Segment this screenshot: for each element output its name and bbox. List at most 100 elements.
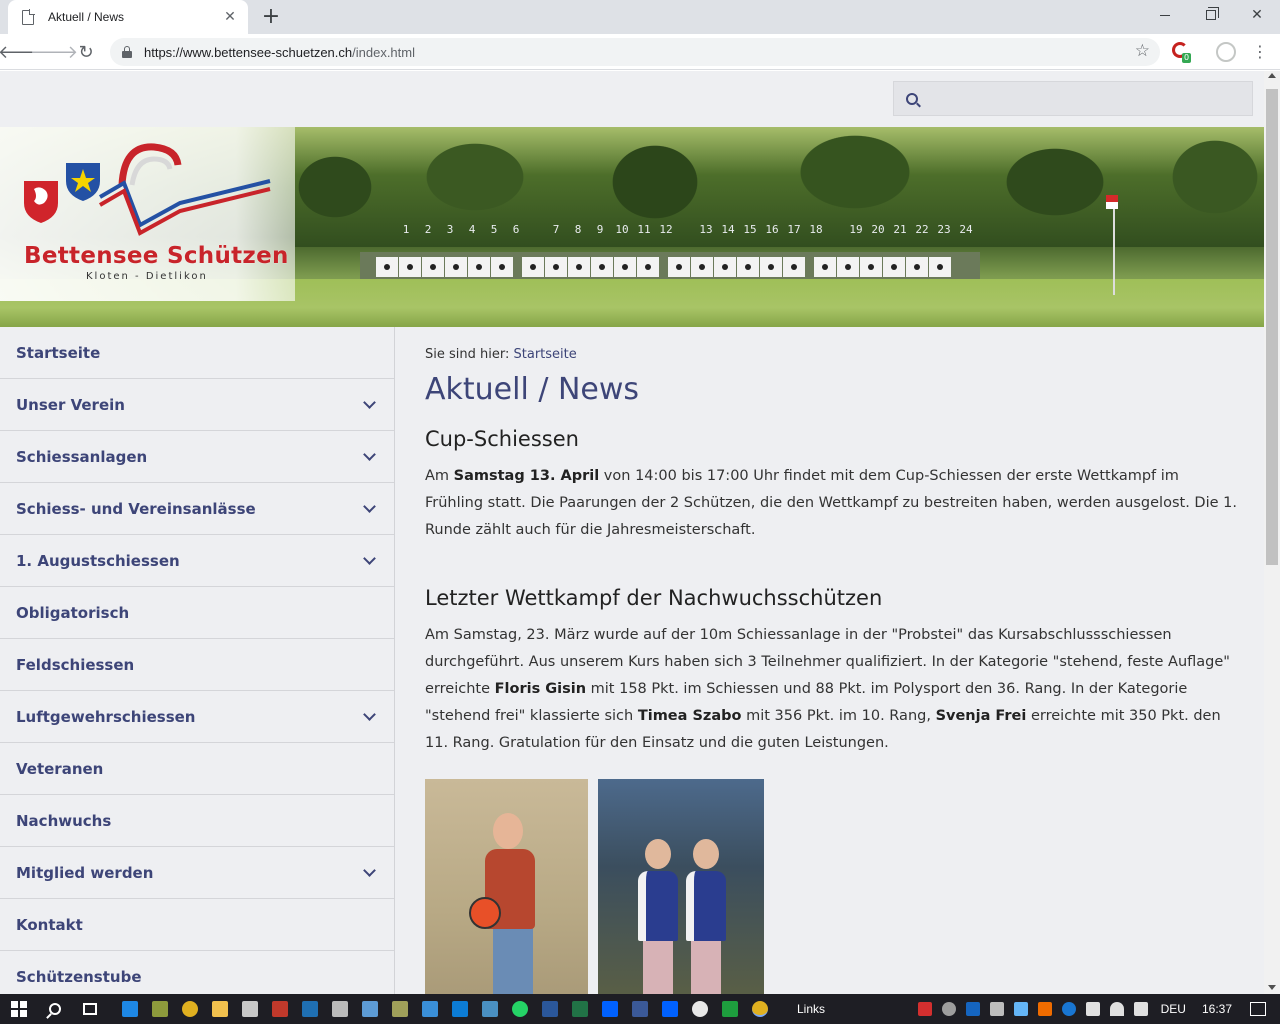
menu-kebab-icon[interactable]: ⋮ — [1252, 40, 1268, 64]
close-window-button[interactable]: ✕ — [1234, 0, 1280, 30]
lane-number: 19 — [849, 223, 863, 236]
itunes-icon[interactable] — [692, 1001, 708, 1017]
taskbar-apps — [115, 1001, 775, 1017]
app-icon[interactable] — [152, 1001, 168, 1017]
page-scrollbar[interactable] — [1264, 71, 1280, 994]
chevron-down-icon[interactable] — [363, 447, 376, 461]
excel-icon[interactable] — [572, 1001, 588, 1017]
site-search-box[interactable] — [893, 81, 1253, 116]
sidebar-item-schiess-und-vereinsanlässe[interactable]: Schiess- und Vereinsanlässe — [0, 483, 394, 535]
tray-app-icon[interactable] — [1037, 1002, 1052, 1016]
tray-app-icon[interactable] — [941, 1002, 956, 1016]
antivirus-icon[interactable] — [917, 1002, 932, 1016]
lane-number: 15 — [743, 223, 757, 236]
chevron-down-icon[interactable] — [363, 707, 376, 721]
sidebar-item-obligatorisch[interactable]: Obligatorisch — [0, 587, 394, 639]
lane-number: 24 — [959, 223, 973, 236]
tray-app-icon[interactable] — [1013, 1002, 1028, 1016]
article-body: Am Samstag 13. April von 14:00 bis 17:00… — [425, 468, 1237, 538]
dropbox-icon[interactable] — [662, 1001, 678, 1017]
sidebar-item-schützenstube[interactable]: Schützenstube — [0, 951, 394, 994]
scroll-thumb[interactable] — [1266, 89, 1278, 565]
edge-icon[interactable] — [122, 1001, 138, 1017]
reload-button[interactable]: ↻ — [72, 38, 100, 66]
folder-icon[interactable] — [212, 1001, 228, 1017]
app-icon[interactable] — [302, 1001, 318, 1017]
bluetooth-icon[interactable] — [1061, 1002, 1076, 1016]
sidebar-item-kontakt[interactable]: Kontakt — [0, 899, 394, 951]
chevron-down-icon[interactable] — [363, 395, 376, 409]
app-icon[interactable] — [362, 1001, 378, 1017]
task-view-icon[interactable] — [83, 1003, 97, 1015]
chevron-down-icon[interactable] — [363, 499, 376, 513]
taskbar-search-icon[interactable] — [49, 1003, 61, 1015]
app-icon[interactable] — [722, 1001, 738, 1017]
sidebar-item-label: Schiess- und Vereinsanlässe — [16, 499, 256, 518]
app-icon[interactable] — [482, 1001, 498, 1017]
windows-start-icon[interactable] — [11, 1001, 27, 1017]
address-bar[interactable]: https://www.bettensee-schuetzen.ch/index… — [110, 38, 1160, 66]
sidebar-nav: Startseite Unser Verein Schiessanlagen Schi… — [0, 327, 395, 994]
forward-button[interactable]: 🡒 — [30, 38, 78, 66]
scroll-down-icon[interactable] — [1268, 985, 1276, 990]
tray-app-icon[interactable] — [965, 1002, 980, 1016]
facebook-icon[interactable] — [632, 1001, 648, 1017]
wifi-icon[interactable] — [1109, 1002, 1124, 1016]
whatsapp-icon[interactable] — [512, 1001, 528, 1017]
sidebar-item-label: Kontakt — [16, 915, 83, 934]
browser-tab[interactable]: Aktuell / News ✕ — [8, 0, 248, 34]
lane-number: 7 — [552, 223, 560, 236]
dropbox-icon[interactable] — [602, 1001, 618, 1017]
app-icon[interactable] — [272, 1001, 288, 1017]
site-topbar — [0, 71, 1264, 127]
new-tab-button[interactable]: + — [258, 3, 284, 31]
battery-icon[interactable] — [1085, 1002, 1100, 1016]
sidebar-item-unser-verein[interactable]: Unser Verein — [0, 379, 394, 431]
chevron-down-icon[interactable] — [363, 863, 376, 877]
input-language[interactable]: DEU — [1161, 1002, 1186, 1016]
app-icon[interactable] — [242, 1001, 258, 1017]
sidebar-item-veteranen[interactable]: Veteranen — [0, 743, 394, 795]
photo-floris[interactable] — [425, 779, 588, 994]
site-logo[interactable]: Bettensee Schützen Kloten - Dietlikon — [0, 127, 295, 301]
sidebar-item-nachwuchs[interactable]: Nachwuchs — [0, 795, 394, 847]
word-icon[interactable] — [542, 1001, 558, 1017]
sidebar-item-luftgewehrschiessen[interactable]: Luftgewehrschiessen — [0, 691, 394, 743]
tab-close-icon[interactable]: ✕ — [222, 9, 238, 25]
sidebar-item-label: Luftgewehrschiessen — [16, 707, 196, 726]
lane-number: 17 — [787, 223, 801, 236]
sidebar-item-schiessanlagen[interactable]: Schiessanlagen — [0, 431, 394, 483]
extension-icon[interactable]: 0 — [1172, 42, 1192, 63]
app-icon[interactable] — [452, 1001, 468, 1017]
onedrive-icon[interactable] — [422, 1001, 438, 1017]
scroll-up-icon[interactable] — [1268, 73, 1276, 78]
browser-tabstrip: Aktuell / News ✕ + ✕ — [0, 0, 1280, 34]
maximize-button[interactable] — [1188, 0, 1234, 30]
chrome-icon[interactable] — [182, 1001, 198, 1017]
volume-icon[interactable] — [1133, 1002, 1148, 1016]
lane-number: 23 — [937, 223, 951, 236]
clock[interactable]: 16:37 — [1202, 1002, 1232, 1016]
app-icon[interactable] — [392, 1001, 408, 1017]
sidebar-item-feldschiessen[interactable]: Feldschiessen — [0, 639, 394, 691]
chrome-active-icon[interactable] — [752, 1001, 768, 1017]
bookmark-star-icon[interactable]: ☆ — [1135, 41, 1150, 61]
breadcrumb: Sie sind hier: Startseite — [425, 347, 1240, 362]
breadcrumb-link-startseite[interactable]: Startseite — [514, 347, 577, 362]
notification-center-icon[interactable] — [1250, 1002, 1266, 1016]
links-toolbar[interactable]: Links — [797, 1002, 825, 1016]
app-icon[interactable] — [332, 1001, 348, 1017]
photo-timea-svenja[interactable] — [598, 779, 764, 994]
page-title: Aktuell / News — [425, 372, 640, 407]
browser-toolbar: 🡐 🡒 ↻ https://www.bettensee-schuetzen.ch… — [0, 34, 1280, 70]
sidebar-item-mitglied-werden[interactable]: Mitglied werden — [0, 847, 394, 899]
tray-app-icon[interactable] — [989, 1002, 1004, 1016]
minimize-button[interactable] — [1142, 0, 1188, 30]
search-input[interactable] — [928, 83, 1228, 114]
windows-taskbar: Links DEU 16:37 — [0, 994, 1280, 1024]
search-icon[interactable] — [906, 92, 918, 105]
sidebar-item-startseite[interactable]: Startseite — [0, 327, 394, 379]
chevron-down-icon[interactable] — [363, 551, 376, 565]
profile-avatar-icon[interactable] — [1216, 42, 1236, 62]
sidebar-item-1-augustschiessen[interactable]: 1. Augustschiessen — [0, 535, 394, 587]
